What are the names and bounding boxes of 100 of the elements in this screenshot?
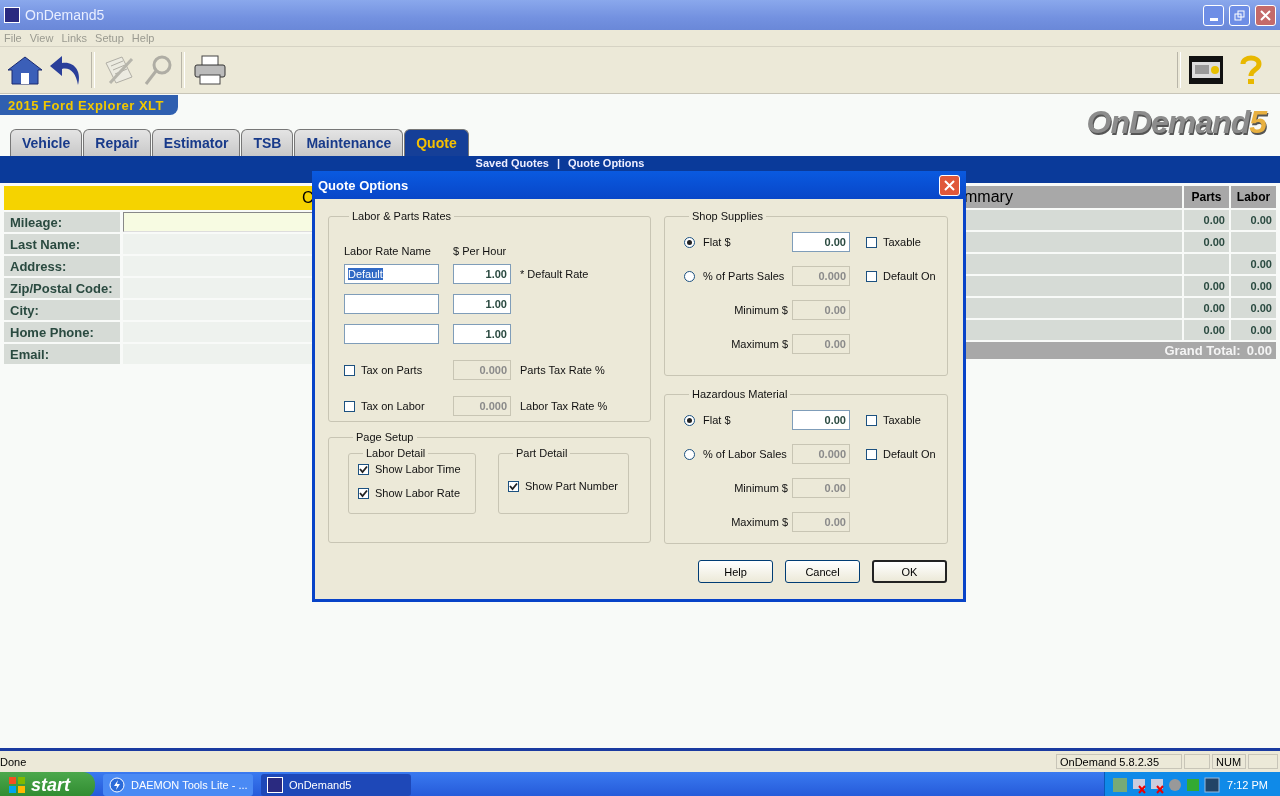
input-field[interactable]: 0.00 xyxy=(792,232,850,252)
close-icon xyxy=(944,179,955,191)
column-header: Labor xyxy=(1231,186,1276,208)
group-title: Page Setup xyxy=(355,431,415,443)
dialog-button[interactable]: Cancel xyxy=(785,560,860,583)
table-cell: 0.00 xyxy=(1231,276,1276,296)
separator-text: | xyxy=(556,157,560,170)
field-label: Mileage: xyxy=(4,212,120,232)
column-header: Parts xyxy=(1184,186,1229,208)
radio-label: % of Parts Sales xyxy=(703,270,785,282)
version-panel: OnDemand 5.8.2.35 xyxy=(1056,754,1182,769)
printer-icon[interactable] xyxy=(192,53,228,87)
table-cell: 0.00 xyxy=(1231,320,1276,340)
tab[interactable]: Vehicle xyxy=(10,129,83,156)
input-field[interactable]: 0.00 xyxy=(792,410,850,430)
tab[interactable]: Quote xyxy=(404,129,469,156)
checkbox-label: Tax on Labor xyxy=(361,400,425,412)
tab[interactable]: Estimator xyxy=(151,129,241,156)
dialog-button[interactable]: OK xyxy=(872,560,947,583)
field-note: * Default Rate xyxy=(520,268,590,280)
close-icon xyxy=(1260,9,1271,21)
checkbox[interactable] xyxy=(358,487,369,499)
radio-label: Flat $ xyxy=(703,236,731,248)
lightning-icon xyxy=(109,777,125,793)
table-cell: 0.00 xyxy=(1184,298,1229,318)
dialog-title: Quote Options xyxy=(318,177,409,193)
input-field[interactable] xyxy=(344,324,439,344)
checkbox[interactable] xyxy=(866,236,877,248)
table-cell: 0.00 xyxy=(1184,276,1229,296)
logo: OnDemand5 xyxy=(1086,104,1266,142)
input-field[interactable] xyxy=(344,294,439,314)
radio-button[interactable] xyxy=(684,236,695,248)
restore-button[interactable] xyxy=(1229,4,1250,26)
num-lock-indicator: NUM xyxy=(1212,754,1246,769)
table-cell xyxy=(1184,254,1229,274)
table-cell: 0.00 xyxy=(1184,210,1229,230)
tab[interactable]: Repair xyxy=(83,129,151,156)
film-help-icon[interactable] xyxy=(1188,54,1224,86)
vehicle-banner: 2015 Ford Explorer XLT xyxy=(0,95,178,115)
column-label: Labor Rate Name xyxy=(344,245,432,257)
start-button[interactable]: start xyxy=(0,772,95,796)
checkbox[interactable] xyxy=(358,463,369,475)
field-label: City: xyxy=(4,300,120,320)
nav-link[interactable]: Saved Quotes xyxy=(475,157,549,170)
table-cell xyxy=(1231,232,1276,252)
table-cell: 0.00 xyxy=(1231,298,1276,318)
field-label: Minimum $ xyxy=(733,304,789,316)
field-label: Maximum $ xyxy=(730,516,789,528)
group-title: Shop Supplies xyxy=(691,210,764,222)
checkbox[interactable] xyxy=(508,480,519,492)
group-title: Labor Detail xyxy=(365,447,427,459)
field-label: Last Name: xyxy=(4,234,120,254)
close-button[interactable] xyxy=(1255,4,1276,26)
app-icon xyxy=(267,777,283,793)
field-label: Minimum $ xyxy=(733,482,789,494)
checkbox-label: Show Part Number xyxy=(525,480,618,492)
column-label: $ Per Hour xyxy=(453,245,508,257)
group-title: Part Detail xyxy=(515,447,569,459)
checkbox-label: Taxable xyxy=(883,236,921,248)
status-panel xyxy=(1248,754,1278,769)
windows-flag-icon xyxy=(8,776,26,794)
taskbar-button[interactable]: OnDemand5 xyxy=(261,774,411,796)
group-title: Labor & Parts Rates xyxy=(351,210,453,222)
taskbar-button[interactable]: DAEMON Tools Lite - ... xyxy=(103,774,253,796)
radio-button[interactable] xyxy=(684,414,695,426)
group-title: Hazardous Material xyxy=(691,388,789,400)
field-label: Parts Tax Rate % xyxy=(520,364,606,376)
clock: 7:12 PM xyxy=(1227,779,1268,791)
checkbox-label: Default On xyxy=(883,448,936,460)
nav-link[interactable]: Quote Options xyxy=(568,157,645,170)
window-title: OnDemand5 xyxy=(25,7,106,23)
checkbox-label: Taxable xyxy=(883,414,921,426)
status-text: Done xyxy=(0,755,28,768)
minimize-button[interactable] xyxy=(1203,4,1224,26)
table-cell: 0.00 xyxy=(1184,232,1229,252)
checkbox-label: Show Labor Time xyxy=(375,463,461,475)
table-cell: 0.00 xyxy=(1231,210,1276,230)
radio-label: Flat $ xyxy=(703,414,731,426)
field-label: Labor Tax Rate % xyxy=(520,400,609,412)
grand-total-value: 0.00 xyxy=(1246,343,1272,358)
app-icon xyxy=(4,7,20,23)
table-cell: 0.00 xyxy=(1231,254,1276,274)
status-panel xyxy=(1184,754,1210,769)
field-label: Zip/Postal Code: xyxy=(4,278,120,298)
radio-label: % of Labor Sales xyxy=(703,448,787,460)
close-button[interactable] xyxy=(939,174,960,196)
input-field[interactable]: 1.00 xyxy=(453,294,511,314)
field-label: Home Phone: xyxy=(4,322,120,342)
field-label: Address: xyxy=(4,256,120,276)
table-cell: 0.00 xyxy=(1184,320,1229,340)
field-label: Maximum $ xyxy=(730,338,789,350)
grand-total-label: Grand Total: xyxy=(1164,343,1241,358)
tab[interactable]: TSB xyxy=(241,129,294,156)
tab[interactable]: Maintenance xyxy=(294,129,404,156)
input-field[interactable]: 1.00 xyxy=(453,324,511,344)
input-field[interactable]: Default xyxy=(344,264,439,284)
checkbox[interactable] xyxy=(866,414,877,426)
dialog-button[interactable]: Help xyxy=(698,560,773,583)
input-field[interactable]: 1.00 xyxy=(453,264,511,284)
home-icon[interactable] xyxy=(6,54,44,86)
